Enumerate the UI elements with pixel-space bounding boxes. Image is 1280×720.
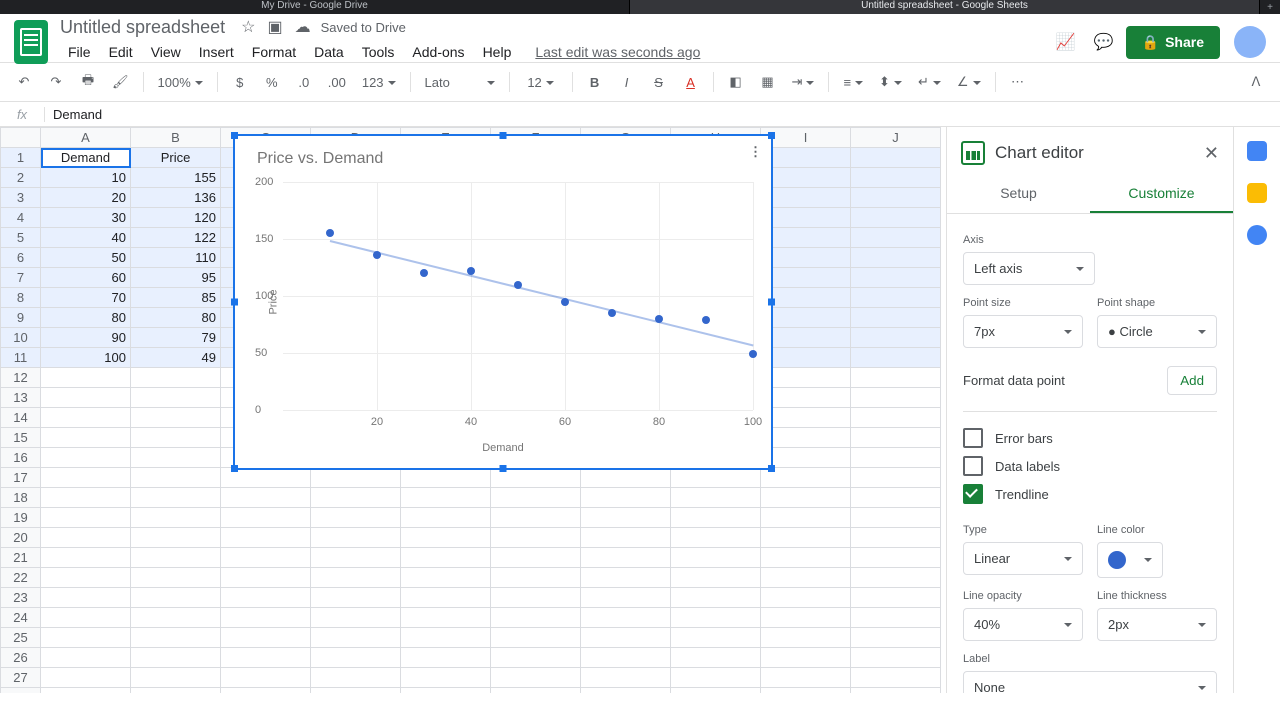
sheets-logo-icon[interactable] [14, 20, 48, 64]
zoom-select[interactable]: 100% [152, 71, 209, 94]
menu-bar: File Edit View Insert Format Data Tools … [60, 38, 714, 68]
close-icon[interactable]: ✕ [1204, 143, 1219, 164]
pointsize-select[interactable]: 7px [963, 315, 1083, 348]
menu-view[interactable]: View [143, 40, 189, 64]
type-label: Type [963, 524, 1083, 536]
chart-editor-icon [961, 141, 985, 165]
activity-icon[interactable]: 📈 [1056, 32, 1076, 52]
calendar-icon[interactable] [1247, 141, 1267, 161]
spreadsheet-grid[interactable]: ABCDEFGHIJ1DemandPrice210155320136430120… [0, 127, 946, 693]
halign-icon[interactable]: ≡ [837, 71, 869, 94]
cloud-icon: ☁ [295, 17, 311, 37]
thickness-select[interactable]: 2px [1097, 608, 1217, 641]
more-icon[interactable]: ⋯ [1004, 70, 1032, 94]
trendline-checkbox[interactable]: Trendline ↖ [963, 484, 1217, 504]
thickness-label: Line thickness [1097, 590, 1217, 602]
share-button[interactable]: 🔒 Share [1126, 26, 1220, 59]
print-icon[interactable]: 🖶 [74, 67, 102, 97]
menu-tools[interactable]: Tools [354, 40, 403, 64]
menu-data[interactable]: Data [306, 40, 352, 64]
type-select[interactable]: Linear [963, 542, 1083, 575]
title-bar: Untitled spreadsheet ☆ ▣ ☁ Saved to Driv… [0, 14, 1280, 62]
dec-increase-button[interactable]: .00 [322, 71, 352, 94]
pointsize-label: Point size [963, 297, 1083, 309]
currency-button[interactable]: $ [226, 71, 254, 94]
pointshape-label: Point shape [1097, 297, 1217, 309]
fx-value[interactable]: Demand [45, 107, 102, 122]
formula-bar: fx Demand [0, 102, 1280, 127]
menu-file[interactable]: File [60, 40, 99, 64]
percent-button[interactable]: % [258, 71, 286, 94]
chart[interactable]: ⋮ Price vs. Demand Price 050100150200204… [233, 134, 773, 470]
tab-setup[interactable]: Setup [947, 175, 1090, 213]
browser-tab[interactable]: My Drive - Google Drive [0, 0, 630, 14]
font-select[interactable]: Lato [419, 71, 501, 94]
fill-color-icon[interactable]: ◧ [722, 70, 750, 94]
datalabels-checkbox[interactable]: Data labels [963, 456, 1217, 476]
merge-icon[interactable]: ⇥ [786, 70, 821, 94]
move-icon[interactable]: ▣ [267, 17, 282, 37]
errorbars-checkbox[interactable]: Error bars [963, 428, 1217, 448]
borders-icon[interactable]: ▦ [754, 70, 782, 94]
axis-label: Axis [963, 234, 1217, 246]
chart-title: Price vs. Demand [235, 136, 771, 174]
keep-icon[interactable] [1247, 183, 1267, 203]
dec-decrease-button[interactable]: .0 [290, 71, 318, 94]
pointshape-select[interactable]: ● Circle [1097, 315, 1217, 348]
format-datapoint-label: Format data point [963, 373, 1065, 388]
fx-label: fx [0, 107, 45, 122]
linecolor-label: Line color [1097, 524, 1217, 536]
menu-help[interactable]: Help [475, 40, 520, 64]
opacity-label: Line opacity [963, 590, 1083, 602]
collapse-toolbar-icon[interactable]: ᐱ [1242, 70, 1270, 94]
menu-addons[interactable]: Add-ons [404, 40, 472, 64]
tab-customize[interactable]: Customize [1090, 175, 1233, 213]
paint-format-icon[interactable]: 🖌 [106, 70, 135, 94]
tasks-icon[interactable] [1247, 225, 1267, 245]
comments-icon[interactable]: 💬 [1094, 32, 1114, 52]
fontsize-select[interactable]: 12 [518, 71, 564, 94]
text-color-button[interactable]: A [677, 71, 705, 94]
bold-button[interactable]: B [581, 71, 609, 94]
chart-xlabel: Demand [235, 442, 771, 454]
browser-tabbar: My Drive - Google Drive Untitled spreads… [0, 0, 1280, 14]
linecolor-select[interactable] [1097, 542, 1163, 578]
chart-editor-panel: Chart editor ✕ Setup Customize Axis Left… [946, 127, 1233, 693]
avatar[interactable] [1234, 26, 1266, 58]
lock-icon: 🔒 [1142, 34, 1159, 51]
menu-format[interactable]: Format [244, 40, 304, 64]
wrap-icon[interactable]: ↵ [912, 70, 947, 94]
doc-title[interactable]: Untitled spreadsheet [60, 17, 225, 38]
undo-icon[interactable]: ↶ [10, 70, 38, 94]
new-tab-button[interactable]: + [1260, 2, 1280, 13]
last-edit[interactable]: Last edit was seconds ago [527, 40, 708, 64]
side-rail [1233, 127, 1280, 693]
opacity-select[interactable]: 40% [963, 608, 1083, 641]
add-button[interactable]: Add [1167, 366, 1217, 395]
chart-menu-icon[interactable]: ⋮ [749, 144, 761, 160]
axis-select[interactable]: Left axis [963, 252, 1095, 285]
strike-button[interactable]: S [645, 71, 673, 94]
more-formats-button[interactable]: 123 [356, 71, 402, 94]
panel-title: Chart editor [995, 143, 1084, 163]
browser-tab[interactable]: Untitled spreadsheet - Google Sheets [630, 0, 1260, 14]
star-icon[interactable]: ☆ [241, 17, 255, 37]
menu-insert[interactable]: Insert [191, 40, 242, 64]
toolbar: ↶ ↷ 🖶 🖌 100% $ % .0 .00 123 Lato 12 B I … [0, 62, 1280, 102]
rotate-icon[interactable]: ∠ [951, 70, 987, 94]
italic-button[interactable]: I [613, 71, 641, 94]
label-label: Label [963, 653, 1217, 665]
valign-icon[interactable]: ⬍ [873, 70, 908, 94]
save-status: Saved to Drive [321, 20, 406, 35]
menu-edit[interactable]: Edit [101, 40, 141, 64]
redo-icon[interactable]: ↷ [42, 70, 70, 94]
label-select[interactable]: None [963, 671, 1217, 693]
chart-plot-area: 05010015020020406080100 [283, 182, 753, 410]
